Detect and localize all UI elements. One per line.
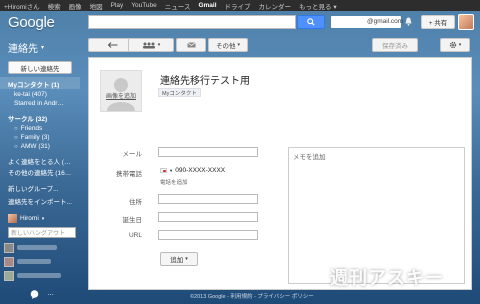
hangouts-bottom-bar: … [30,290,54,301]
back-arrow-icon [108,42,118,48]
notification-bell-icon[interactable] [405,17,412,28]
mobile-field-label: 携帯電話 [116,171,142,178]
contact-name-redacted [17,245,57,250]
search-input[interactable] [88,15,296,29]
new-contact-button[interactable]: 新しい連絡先 [8,61,72,74]
group-chip[interactable]: Myコンタクト [158,88,201,97]
saved-button[interactable]: 保存済み [372,38,418,52]
contact-name[interactable]: 連絡先移行テスト用 [160,72,250,87]
footer: ©2013 Google - 利用規約 - プライバシー ポリシー [190,294,314,300]
chevron-down-icon: ▾ [185,256,188,262]
chevron-down-icon: ▾ [237,42,240,48]
email-field-label: メール [122,151,143,158]
header: Google @gmail.com + 共有 [0,11,480,33]
app-title[interactable]: 連絡先 ▾ [8,40,44,55]
topbar-item-news[interactable]: ニュース [165,1,191,11]
share-button[interactable]: + 共有 [421,15,455,29]
people-icon [142,42,155,48]
topbar-item-drive[interactable]: ドライブ [225,1,251,11]
topbar-item-search[interactable]: 検索 [48,1,61,11]
more-button-label: その他 [215,43,236,50]
chevron-down-icon: ▾ [157,42,161,48]
sidebar-item-import[interactable]: 連絡先をインポート... [8,196,72,206]
memo-placeholder: メモを追加 [293,154,326,161]
sidebar-item-new-group[interactable]: 新しいグループ... [8,183,59,193]
sidebar-item-other-contacts[interactable]: その他の連絡先 (16… [8,167,71,177]
birthday-field-label: 誕生日 [122,217,143,224]
list-item[interactable] [4,256,78,267]
app-title-label: 連絡先 [8,44,38,55]
topbar-item-profile[interactable]: +Hiromiさん [4,1,40,11]
sidebar-item-starred[interactable]: Starred in Andr… [14,100,64,107]
hangouts-search-input[interactable]: 新しいハングアウト [8,227,76,238]
address-field[interactable] [158,194,258,204]
birthday-field[interactable] [158,212,258,222]
email-button[interactable] [176,38,206,52]
mail-icon [186,42,196,48]
sidebar-item-ke-tai[interactable]: ke-tai (407) [14,91,47,98]
topbar-item-play[interactable]: Play [111,2,124,9]
chevron-down-icon: ▾ [41,45,45,51]
more-dots-icon[interactable]: … [47,290,54,301]
sidebar-item-my-contacts[interactable]: Myコンタクト (1) [8,79,59,89]
hangouts-user-name: Hiromi [20,215,39,222]
topbar-item-gmail[interactable]: Gmail [198,2,216,9]
chevron-down-icon: ▾ [170,167,173,173]
address-field-label: 住所 [129,199,142,206]
topbar-item-youtube[interactable]: YouTube [131,2,157,9]
add-photo-link[interactable]: 画像を追加 [100,91,142,100]
add-field-label: 追加 [170,257,184,264]
publisher-watermark: 週刊アスキー [330,268,444,288]
add-field-button[interactable]: 追加 ▾ [160,252,198,266]
topbar-item-images[interactable]: 画像 [69,1,82,11]
sidebar-item-frequent[interactable]: よく連絡をとる人 (… [8,156,70,166]
sidebar-item-amw[interactable]: AMW (31) [14,143,50,150]
avatar [4,256,14,267]
account-email[interactable]: @gmail.com [367,18,403,25]
add-phone-link[interactable]: 電話を追加 [160,178,188,186]
list-item[interactable] [4,242,78,253]
gear-icon [449,41,456,49]
phone-row[interactable]: ▾ 090-XXXX-XXXX [160,167,225,174]
sidebar-item-family[interactable]: Family (3) [14,134,50,141]
topbar-item-more[interactable]: もっと見る ▾ [299,1,337,11]
sidebar-item-friends[interactable]: Friends [14,125,43,132]
avatar [8,214,17,223]
avatar [4,270,14,281]
contact-name-redacted [17,273,61,278]
topbar-item-calendar[interactable]: カレンダー [259,1,292,11]
search-icon [307,18,315,26]
avatar [4,242,14,253]
hangouts-user[interactable]: Hiromi ▾ [0,212,80,225]
account-avatar[interactable] [458,14,474,30]
email-field[interactable] [158,147,258,157]
settings-button[interactable]: ▾ [440,38,470,52]
circles-button[interactable]: ▾ [128,38,174,52]
contact-name-redacted [17,259,51,264]
search-button[interactable] [297,15,325,29]
phone-number: 090-XXXX-XXXX [175,167,226,174]
url-field[interactable] [158,230,258,240]
topbar-item-maps[interactable]: 地図 [90,1,103,11]
sidebar-item-circles[interactable]: サークル (32) [8,113,47,123]
google-logo[interactable]: Google [8,14,55,31]
speech-bubble-icon[interactable] [30,290,39,301]
list-item[interactable] [4,270,78,281]
more-button[interactable]: その他 ▾ [208,38,248,52]
chevron-down-icon: ▾ [458,42,462,48]
japan-flag-icon [160,168,167,173]
google-top-bar: +Hiromiさん 検索 画像 地図 Play YouTube ニュース Gma… [0,0,480,11]
url-field-label: URL [128,232,142,239]
chevron-down-icon: ▾ [41,215,45,222]
